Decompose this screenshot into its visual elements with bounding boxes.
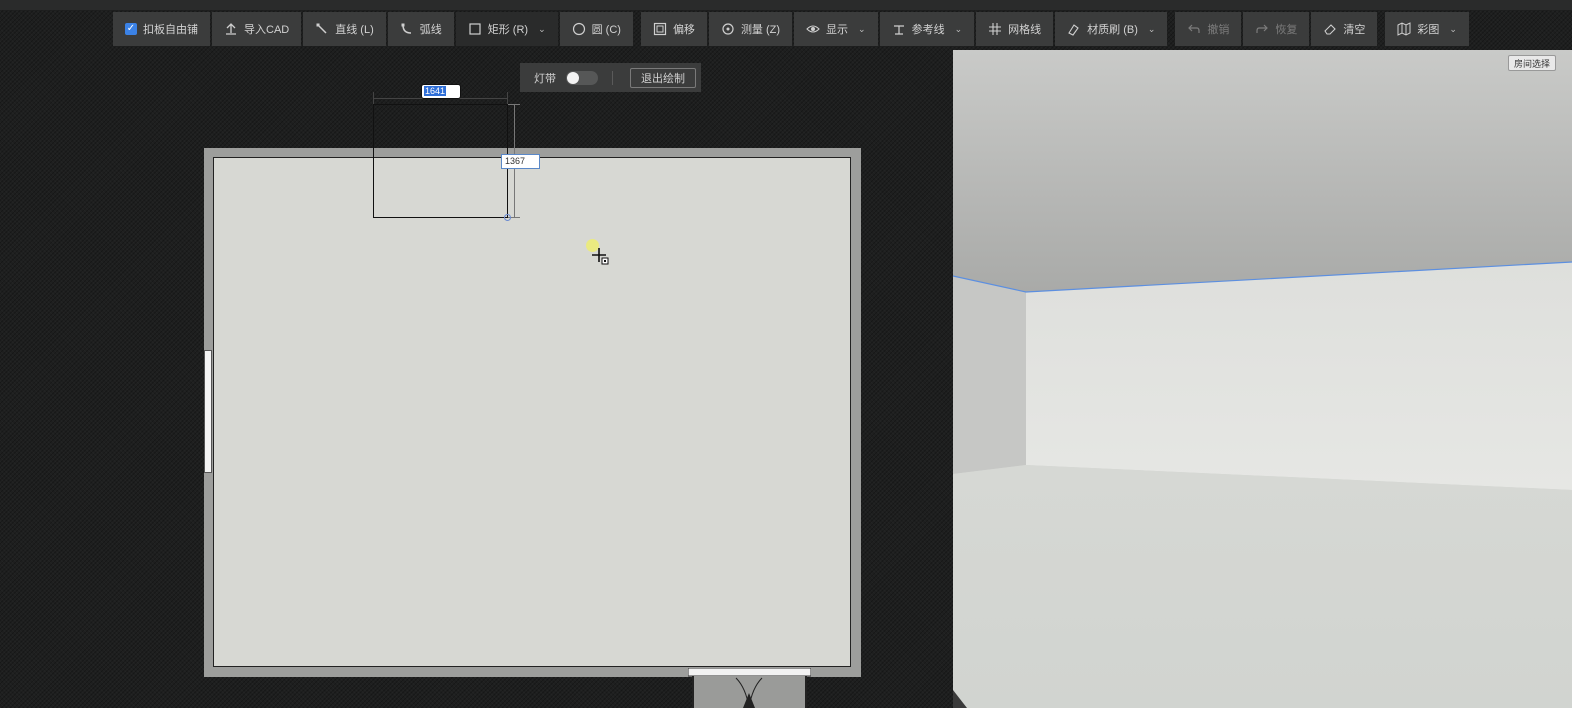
room-floor[interactable]	[213, 157, 851, 667]
guide-line-icon	[892, 22, 906, 36]
measure-tool-label: 测量 (Z)	[740, 24, 781, 36]
top-strip	[0, 0, 1572, 10]
rectangle-corner-handle[interactable]	[504, 214, 511, 221]
door[interactable]	[688, 668, 811, 708]
room-select-button[interactable]: 房间选择	[1508, 55, 1557, 71]
arc-icon	[400, 22, 414, 36]
material-brush-label: 材质刷 (B)	[1087, 24, 1138, 36]
arc-tool-label: 弧线	[419, 24, 442, 36]
display-menu-button[interactable]: 显示 ⌄	[794, 12, 878, 46]
import-cad-button[interactable]: 导入CAD	[212, 12, 302, 46]
chevron-down-icon[interactable]: ⌄	[1148, 24, 1156, 35]
guide-line-menu-label: 参考线	[911, 24, 945, 36]
color-map-button[interactable]: 彩图 ⌄	[1385, 12, 1469, 46]
brush-icon	[1067, 22, 1081, 36]
circle-tool-label: 圆 (C)	[591, 24, 621, 36]
width-input[interactable]: 1641	[421, 84, 461, 99]
map-icon	[1397, 22, 1411, 36]
rectangle-icon	[468, 22, 482, 36]
circle-tool-button[interactable]: 圆 (C)	[559, 12, 633, 46]
redo-icon	[1255, 22, 1269, 36]
checkbox-checked-icon[interactable]: ✓	[125, 23, 137, 35]
clear-label: 清空	[1343, 24, 1366, 36]
divider	[612, 70, 613, 85]
circle-icon	[572, 22, 586, 36]
chevron-down-icon[interactable]: ⌄	[955, 24, 963, 35]
clear-button[interactable]: 清空	[1311, 12, 1378, 46]
arc-tool-button[interactable]: 弧线	[387, 12, 454, 46]
redo-button[interactable]: 恢复	[1243, 12, 1310, 46]
undo-label: 撤销	[1207, 24, 1230, 36]
chevron-down-icon[interactable]: ⌄	[858, 24, 866, 35]
measure-tool-button[interactable]: 测量 (Z)	[708, 12, 793, 46]
chevron-down-icon[interactable]: ⌄	[1449, 24, 1457, 35]
height-input[interactable]: 1367	[501, 154, 540, 169]
crosshair-cursor-icon	[592, 248, 609, 265]
chevron-down-icon[interactable]: ⌄	[538, 24, 546, 35]
undo-icon	[1187, 22, 1201, 36]
exit-drawing-button[interactable]: 退出绘制	[630, 67, 696, 88]
grid-line-button[interactable]: 网格线	[976, 12, 1054, 46]
guide-line-menu-button[interactable]: 参考线 ⌄	[879, 12, 975, 46]
offset-icon	[653, 22, 667, 36]
line-tool-label: 直线 (L)	[335, 24, 374, 36]
measure-icon	[721, 22, 735, 36]
free-tiling-label: 扣板自由铺	[143, 24, 198, 36]
offset-tool-label: 偏移	[672, 24, 695, 36]
eraser-icon	[1323, 22, 1337, 36]
eye-icon	[806, 22, 820, 36]
main-toolbar: ✓ 扣板自由铺 导入CAD 直线 (L) 弧线 矩形 (R) ⌄ 圆 (C) 偏…	[113, 12, 1469, 46]
line-tool-button[interactable]: 直线 (L)	[303, 12, 386, 46]
free-tiling-toggle[interactable]: ✓ 扣板自由铺	[113, 12, 210, 46]
undo-button[interactable]: 撤销	[1175, 12, 1242, 46]
drawing-subtoolbar: 灯带 退出绘制	[520, 63, 701, 92]
line-icon	[315, 22, 329, 36]
grid-icon	[988, 22, 1002, 36]
import-cad-label: 导入CAD	[244, 24, 290, 36]
window[interactable]	[204, 350, 212, 473]
material-brush-button[interactable]: 材质刷 (B) ⌄	[1055, 12, 1168, 46]
display-menu-label: 显示	[826, 24, 849, 36]
offset-tool-button[interactable]: 偏移	[640, 12, 707, 46]
3d-view[interactable]	[953, 50, 1572, 708]
rectangle-tool-button[interactable]: 矩形 (R) ⌄	[455, 12, 558, 46]
redo-label: 恢复	[1275, 24, 1298, 36]
light-strip-label: 灯带	[534, 72, 556, 85]
toggle-knob	[567, 71, 579, 84]
light-strip-toggle[interactable]	[566, 70, 598, 85]
width-value: 1641	[424, 86, 447, 96]
drawn-rectangle[interactable]	[373, 104, 508, 218]
rectangle-tool-label: 矩形 (R)	[487, 24, 529, 36]
upload-icon	[224, 22, 238, 36]
color-map-label: 彩图	[1417, 24, 1440, 36]
grid-line-label: 网格线	[1008, 24, 1042, 36]
